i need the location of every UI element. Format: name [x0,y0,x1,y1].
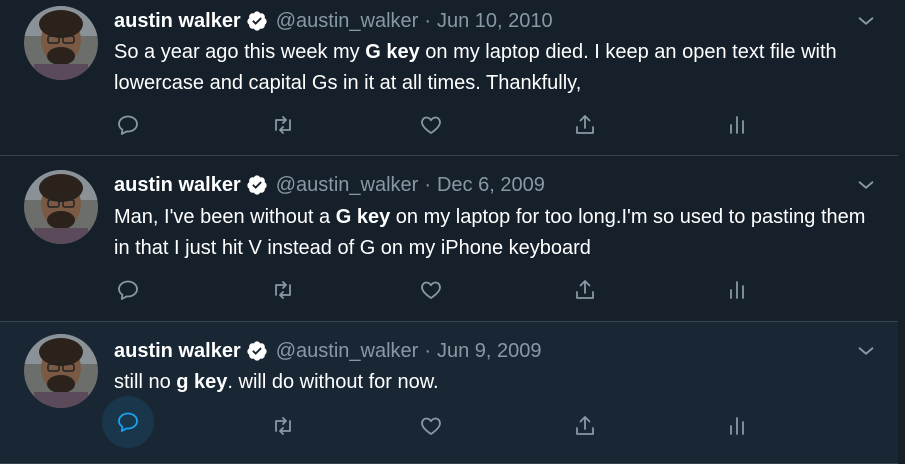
tweet-text: still no g key. will do without for now. [114,371,439,393]
highlighted-keyword: g key [176,371,228,393]
heart-icon [421,116,441,134]
reply-button[interactable] [115,409,141,435]
tweet-text: So a year ago this week my G key on my l… [114,41,837,94]
tweet[interactable]: austin walker @austin_walker · Dec 6, 20… [0,156,898,322]
tweet[interactable]: austin walker @austin_walker · Jun 10, 2… [0,0,898,156]
share-button[interactable] [572,413,598,439]
like-button[interactable] [418,413,444,439]
reply-icon [118,115,138,135]
retweet-icon [275,281,291,299]
analytics-icon [730,417,744,435]
verified-badge-icon [247,341,267,361]
verified-badge-icon [247,175,267,195]
display-name[interactable]: austin walker [114,340,241,363]
heart-icon [421,417,441,435]
avatar[interactable] [24,334,98,408]
reply-icon [118,280,138,300]
analytics-icon [730,281,744,299]
tweet-date[interactable]: Jun 9, 2009 [437,340,542,363]
analytics-button[interactable] [724,413,750,439]
retweet-button[interactable] [270,277,296,303]
tweet-text: Man, I've been without a G key on my lap… [114,206,866,259]
display-name[interactable]: austin walker [114,10,241,33]
heart-icon [421,281,441,299]
tweet-date[interactable]: Jun 10, 2010 [437,10,553,33]
avatar[interactable] [24,6,98,80]
separator: · [424,173,431,196]
share-button[interactable] [572,112,598,138]
chevron-down-icon[interactable] [855,340,877,362]
retweet-button[interactable] [270,413,296,439]
scrollbar[interactable] [898,0,905,464]
highlighted-keyword: G key [335,206,391,228]
highlighted-keyword: G key [365,41,420,63]
share-icon [576,280,594,299]
verified-badge-icon [247,11,267,31]
retweet-icon [275,116,291,134]
reply-icon [118,412,138,432]
user-handle[interactable]: @austin_walker [276,340,419,363]
analytics-icon [730,116,744,134]
share-button[interactable] [572,277,598,303]
share-icon [576,416,594,435]
like-button[interactable] [418,277,444,303]
retweet-icon [275,417,291,435]
user-handle[interactable]: @austin_walker [276,10,419,33]
chevron-down-icon[interactable] [855,174,877,196]
tweet-header: austin walker @austin_walker · Jun 9, 20… [114,338,542,364]
reply-button[interactable] [115,112,141,138]
avatar[interactable] [24,170,98,244]
like-button[interactable] [418,112,444,138]
timeline: austin walker @austin_walker · Jun 10, 2… [0,0,905,464]
tweet-date[interactable]: Dec 6, 2009 [437,174,545,197]
analytics-button[interactable] [724,277,750,303]
reply-button[interactable] [115,277,141,303]
tweet-header: austin walker @austin_walker · Dec 6, 20… [114,172,545,198]
chevron-down-icon[interactable] [855,10,877,32]
display-name[interactable]: austin walker [114,174,241,197]
tweet-header: austin walker @austin_walker · Jun 10, 2… [114,8,553,34]
separator: · [424,9,431,32]
separator: · [424,339,431,362]
retweet-button[interactable] [270,112,296,138]
analytics-button[interactable] [724,112,750,138]
user-handle[interactable]: @austin_walker [276,174,419,197]
share-icon [576,115,594,134]
